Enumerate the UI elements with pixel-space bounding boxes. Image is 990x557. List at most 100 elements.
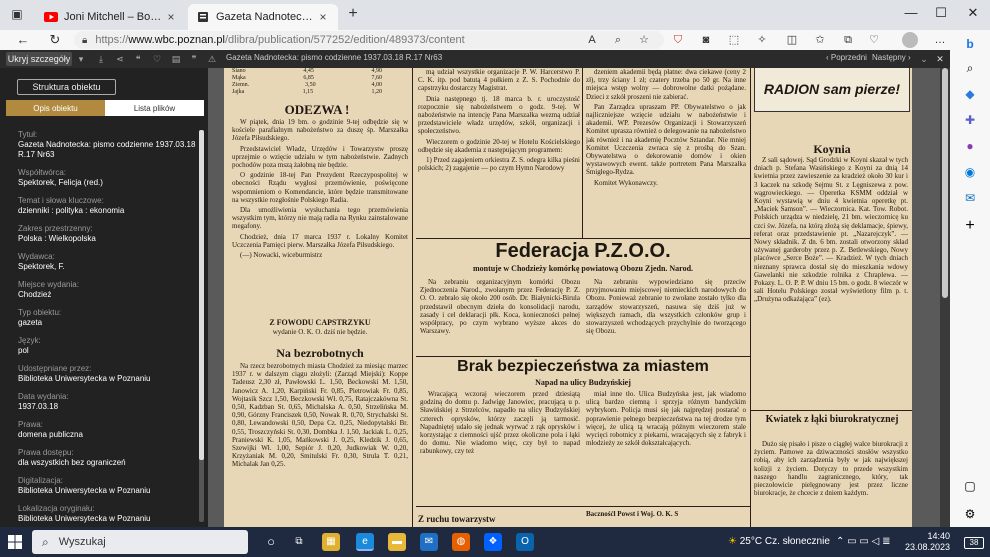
tab-file-list[interactable]: Lista plików <box>105 100 204 116</box>
metadata-label: Zakres przestrzenny: <box>18 224 93 233</box>
minimize-icon[interactable]: — <box>900 5 922 23</box>
col2-paragraph: mą udział wszystkie organizacje P. W. Ha… <box>418 68 580 93</box>
scrollbar-thumb[interactable] <box>942 68 948 298</box>
prev-button[interactable]: ‹ Poprzedni <box>826 53 867 62</box>
metadata-value[interactable]: Polska : Wielkopolska <box>18 234 196 244</box>
add-icon[interactable]: + <box>962 218 978 234</box>
url-input[interactable]: 🔒︎ https:// www.wbc.poznan.pl /dlibra/pu… <box>74 31 664 49</box>
back-icon[interactable]: ← <box>14 32 32 48</box>
tab-youtube[interactable]: Joni Mitchell – Both Sides Now (L × <box>36 4 186 30</box>
document-scrollbar[interactable] <box>940 68 950 527</box>
metadata-field: Digitalizacja: Biblioteka Uniwersytecka w… <box>18 476 196 496</box>
prev-label: Poprzedni <box>830 53 867 62</box>
search-icon[interactable]: ⌕ <box>962 60 978 76</box>
dropbox-icon[interactable]: ❖ <box>484 533 502 551</box>
close-tab-icon[interactable]: × <box>316 10 330 24</box>
scrollbar-thumb[interactable] <box>199 130 204 460</box>
file-explorer-icon[interactable]: ▬ <box>388 533 406 551</box>
warning-icon[interactable]: ⚠ <box>206 53 218 65</box>
metadata-label: Współtwórca: <box>18 168 67 177</box>
metadata-value[interactable]: dla wszystkich bez ograniczeń <box>18 458 196 468</box>
zoom-icon[interactable]: ⌕ <box>610 32 626 48</box>
screen: ▣ Joni Mitchell – Both Sides Now (L × Ga… <box>0 0 990 557</box>
collapse-icon[interactable]: ⌄ <box>918 53 930 65</box>
close-tab-icon[interactable]: × <box>164 10 178 24</box>
weather-widget[interactable]: ☀ 25°C Cz. słonecznie <box>728 536 830 547</box>
outlook-icon[interactable]: ✉ <box>962 190 978 206</box>
cortana-icon[interactable]: ○ <box>262 533 280 551</box>
share-icon[interactable]: ⋖ <box>114 53 126 65</box>
clock[interactable]: 14:40 23.08.2023 <box>904 531 950 553</box>
close-viewer-icon[interactable]: ✕ <box>934 53 946 65</box>
taskbar-search-input[interactable]: ⌕ Wyszukaj <box>32 530 248 554</box>
firefox-icon[interactable]: ◍ <box>452 533 470 551</box>
widget-app-icon[interactable]: ▦ <box>322 533 340 551</box>
next-button[interactable]: Następny › <box>872 53 911 62</box>
metadata-value[interactable]: Spektorek, Felicja (red.) <box>18 178 196 188</box>
tab-gazeta[interactable]: Gazeta Nadnotecka: pismo codzie × <box>188 4 338 30</box>
shopping-icon[interactable]: ◆ <box>962 86 978 102</box>
metadata-value[interactable]: gazeta <box>18 318 196 328</box>
maximize-icon[interactable]: ☐ <box>930 5 952 23</box>
new-tab-button[interactable]: + <box>344 5 362 22</box>
read-aloud-icon[interactable]: A <box>584 32 600 48</box>
metadata-value[interactable]: Spektorek, F. <box>18 262 196 272</box>
bing-chat-icon[interactable]: b <box>962 36 978 52</box>
metadata-field: Wydawca: Spektorek, F. <box>18 252 196 272</box>
metadata-field: Lokalizacja oryginału: Biblioteka Uniwers… <box>18 504 196 524</box>
structure-button-label: Struktura obiektu <box>32 82 101 92</box>
hide-details-button[interactable]: Ukryj szczegóły <box>6 52 72 66</box>
close-window-icon[interactable]: ✕ <box>962 5 984 23</box>
mail-icon[interactable]: ✉ <box>420 533 438 551</box>
shield-icon[interactable]: ⛉ <box>670 32 686 48</box>
metadata-value[interactable]: Gazeta Nadnotecka: pismo codzienne 1937.… <box>18 140 196 160</box>
camera-icon[interactable]: ◙ <box>698 32 714 48</box>
screenshot-icon[interactable]: ⬚ <box>726 32 742 48</box>
performance-icon[interactable]: ♡ <box>866 32 882 48</box>
settings-gear-icon[interactable]: ⚙ <box>962 506 978 522</box>
favorites-icon[interactable]: ✩ <box>812 32 828 48</box>
metadata-label: Prawa: <box>18 420 43 429</box>
bookmark-icon[interactable]: ▤ <box>170 53 182 65</box>
metadata-value[interactable]: 1937.03.18 <box>18 402 196 412</box>
games-icon[interactable]: ● <box>962 138 978 154</box>
edge-browser-icon[interactable]: e <box>356 533 374 551</box>
office-icon[interactable]: ◉ <box>962 164 978 180</box>
favorite-star-icon[interactable]: ☆ <box>636 32 652 48</box>
sidebar-layout-icon[interactable]: ▢ <box>962 478 978 494</box>
cite-icon[interactable]: ❝ <box>132 53 144 65</box>
sidebar-scrollbar[interactable] <box>199 130 204 522</box>
metadata-value[interactable]: domena publiczna <box>18 430 196 440</box>
metadata-value[interactable]: Biblioteka Uniwersytecka w Poznaniu <box>18 374 196 384</box>
split-screen-icon[interactable]: ◫ <box>784 32 800 48</box>
tools-icon[interactable]: ✚ <box>962 112 978 128</box>
tab-actions-icon[interactable]: ▣ <box>8 7 26 23</box>
document-viewer[interactable]: Siano 4,45 4,90 Mąka 6,85 7,60 Ziemn. 3,50 4,0… <box>208 68 950 527</box>
task-view-icon[interactable]: ⧉ <box>290 533 308 551</box>
notification-badge[interactable]: 38 <box>964 537 984 549</box>
federacja-heading: Federacja P.Z.O.O. <box>495 240 671 262</box>
metadata-value[interactable]: Biblioteka Uniwersytecka w Poznaniu <box>18 514 196 524</box>
extensions-icon[interactable]: ✧ <box>754 32 770 48</box>
odezwa-paragraph: Chodzież, dnia 17 marca 1937 r. Lokalny … <box>232 232 408 249</box>
metadata-label: Prawa dostępu: <box>18 448 74 457</box>
odezwa-article: W piątek, dnia 19 bm. o godzinie 9-tej o… <box>232 118 408 316</box>
metadata-value[interactable]: pol <box>18 346 196 356</box>
download-icon[interactable]: ⤓ <box>95 53 107 65</box>
structure-button[interactable]: Struktura obiektu <box>17 79 116 95</box>
collections-icon[interactable]: ⧉ <box>840 32 856 48</box>
metadata-value[interactable]: Biblioteka Uniwersytecka w Poznaniu <box>18 486 196 496</box>
outlook-app-icon[interactable]: O <box>516 533 534 551</box>
heart-icon[interactable]: ♡ <box>151 53 163 65</box>
chevron-down-icon[interactable]: ▾ <box>75 53 87 65</box>
refresh-icon[interactable]: ↻ <box>46 32 64 48</box>
more-options-icon[interactable]: … <box>932 32 948 48</box>
metadata-label: Miejsce wydania: <box>18 280 79 289</box>
tab-object-description[interactable]: Opis obiektu <box>6 100 105 116</box>
metadata-value[interactable]: dzienniki : polityka : ekonomia <box>18 206 196 216</box>
tray-icons[interactable]: ⌃ ▭ ▭ ◁ ≣ <box>836 536 890 547</box>
metadata-value[interactable]: Chodzież <box>18 290 196 300</box>
windows-start-icon[interactable] <box>8 535 22 549</box>
profile-avatar-icon[interactable] <box>902 32 918 48</box>
quote-icon[interactable]: ❞ <box>188 53 200 65</box>
